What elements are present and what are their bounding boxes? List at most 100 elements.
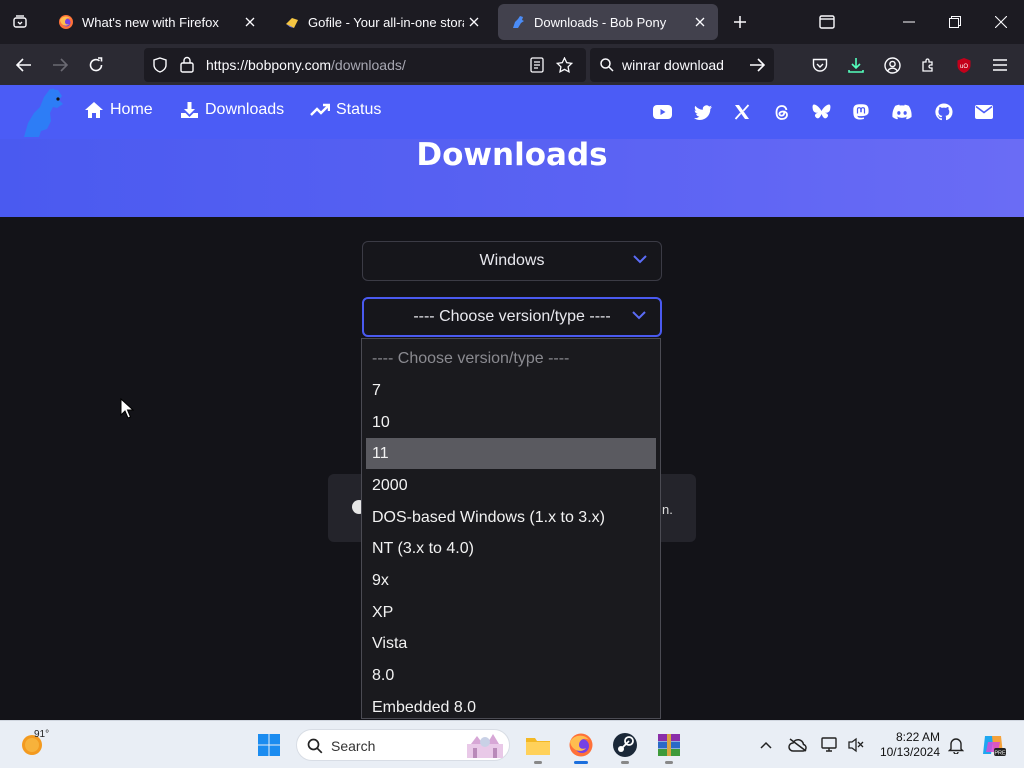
taskbar-firefox[interactable] [565,729,597,764]
dropdown-option-highlighted[interactable]: 11 [366,438,656,469]
taskbar-search-label: Search [331,738,376,754]
taskbar-steam[interactable] [609,729,641,764]
taskbar-file-explorer[interactable] [522,729,554,764]
search-go-button[interactable] [742,50,772,80]
dropdown-option[interactable]: Vista [366,628,656,659]
close-icon [995,16,1007,28]
x-icon [734,104,750,120]
cloud-offline-icon [788,738,807,752]
nav-home-label: Home [110,101,153,118]
back-button[interactable] [9,50,39,80]
dropdown-option[interactable]: 9x [366,565,656,596]
mastodon-link[interactable] [851,102,871,122]
nav-status-label: Status [336,101,382,118]
nav-downloads-link[interactable]: Downloads [180,101,284,119]
bell-icon [948,737,964,754]
reader-view-icon[interactable] [530,57,544,73]
account-button[interactable] [877,50,907,80]
tab-gofile[interactable]: Gofile - Your all-in-one storage [272,4,492,40]
close-window-button[interactable] [978,0,1024,44]
hamburger-menu-icon [993,59,1007,71]
forward-button[interactable] [45,50,75,80]
youtube-link[interactable] [652,102,672,122]
new-tab-button[interactable] [718,0,762,44]
threads-link[interactable] [772,102,792,122]
restore-button[interactable] [932,0,978,44]
pocket-button[interactable] [805,50,835,80]
onedrive-tray-button[interactable] [788,735,808,755]
bluesky-link[interactable] [811,102,831,122]
tab-strip: What's new with Firefox Gofile - Your al… [0,0,1024,44]
download-icon [181,102,198,118]
weather-temperature: 91° [34,729,50,740]
svg-text:PRE: PRE [994,751,1006,757]
list-all-tabs-button[interactable] [6,8,34,36]
firefox-icon [569,733,593,757]
picture-in-picture-button[interactable] [804,0,850,44]
tab-firefox-whats-new[interactable]: What's new with Firefox [46,4,268,40]
reload-button[interactable] [81,50,111,80]
os-select[interactable]: Windows [362,241,662,281]
copilot-button[interactable]: PRE [980,732,1006,758]
bobpony-logo[interactable] [20,87,72,139]
tab-bobpony-downloads[interactable]: Downloads - Bob Pony [498,4,718,40]
close-tab-icon[interactable] [690,12,710,32]
dropdown-option[interactable]: 7 [366,375,656,406]
home-icon [85,102,103,118]
github-link[interactable] [934,102,954,122]
discord-link[interactable] [892,102,912,122]
taskbar-search-box[interactable]: Search [296,729,510,761]
dropdown-option[interactable]: 8.0 [366,660,656,691]
shield-icon [153,57,167,73]
window-icon [819,15,835,29]
close-tab-icon[interactable] [464,12,484,32]
minimize-button[interactable] [886,0,932,44]
restore-icon [949,16,961,28]
email-link[interactable] [974,102,994,122]
version-select-value: ---- Choose version/type ---- [413,308,611,325]
minimize-icon [903,21,915,23]
version-select[interactable]: ---- Choose version/type ---- [362,297,662,337]
svg-text:uO: uO [960,64,968,70]
show-hidden-icons-button[interactable] [756,735,776,755]
version-dropdown-list: ---- Choose version/type ---- 7 10 11 20… [361,338,661,719]
steam-icon [613,733,637,757]
dropdown-option-placeholder[interactable]: ---- Choose version/type ---- [366,343,656,374]
nav-downloads-label: Downloads [205,101,285,118]
volume-tray-button[interactable] [846,735,866,755]
copilot-icon: PRE [983,736,1006,757]
info-notice-text-tail: n. [662,502,673,517]
twitter-link[interactable] [693,102,713,122]
network-icon [821,737,837,752]
nav-status-link[interactable]: Status [310,101,381,119]
url-text: https://bobpony.com/downloads/ [206,57,406,73]
start-button[interactable] [253,729,285,761]
puzzle-icon [922,58,933,72]
app-menu-button[interactable] [985,50,1015,80]
dropdown-option[interactable]: NT (3.x to 4.0) [366,533,656,564]
ublock-button[interactable]: uO [949,50,979,80]
dropdown-option[interactable]: XP [366,597,656,628]
taskbar-clock[interactable]: 8:22 AM 10/13/2024 [876,730,940,760]
x-link[interactable] [732,102,752,122]
nav-home-link[interactable]: Home [84,101,153,119]
dropdown-option[interactable]: 10 [366,407,656,438]
ublock-origin-icon: uO [957,57,971,73]
dropdown-option[interactable]: DOS-based Windows (1.x to 3.x) [366,502,656,533]
mouse-cursor-icon [120,398,134,419]
extensions-button[interactable] [913,50,943,80]
tab-title: What's new with Firefox [82,14,219,30]
downloads-button[interactable] [841,50,871,80]
close-tab-icon[interactable] [240,12,260,32]
firefox-icon [59,15,73,29]
dropdown-option[interactable]: Embedded 8.0 [366,692,656,718]
notifications-button[interactable] [946,735,966,755]
dropdown-option[interactable]: 2000 [366,470,656,501]
url-bar[interactable]: https://bobpony.com/downloads/ [144,48,586,82]
network-tray-button[interactable] [820,735,840,755]
url-path: /downloads/ [331,57,406,73]
windows-taskbar: 91° Search 8:22 AM 10/13/2024 PRE [0,720,1024,768]
plus-icon [734,16,746,28]
bookmark-star-icon[interactable] [556,57,573,73]
taskbar-winrar[interactable] [653,729,685,764]
